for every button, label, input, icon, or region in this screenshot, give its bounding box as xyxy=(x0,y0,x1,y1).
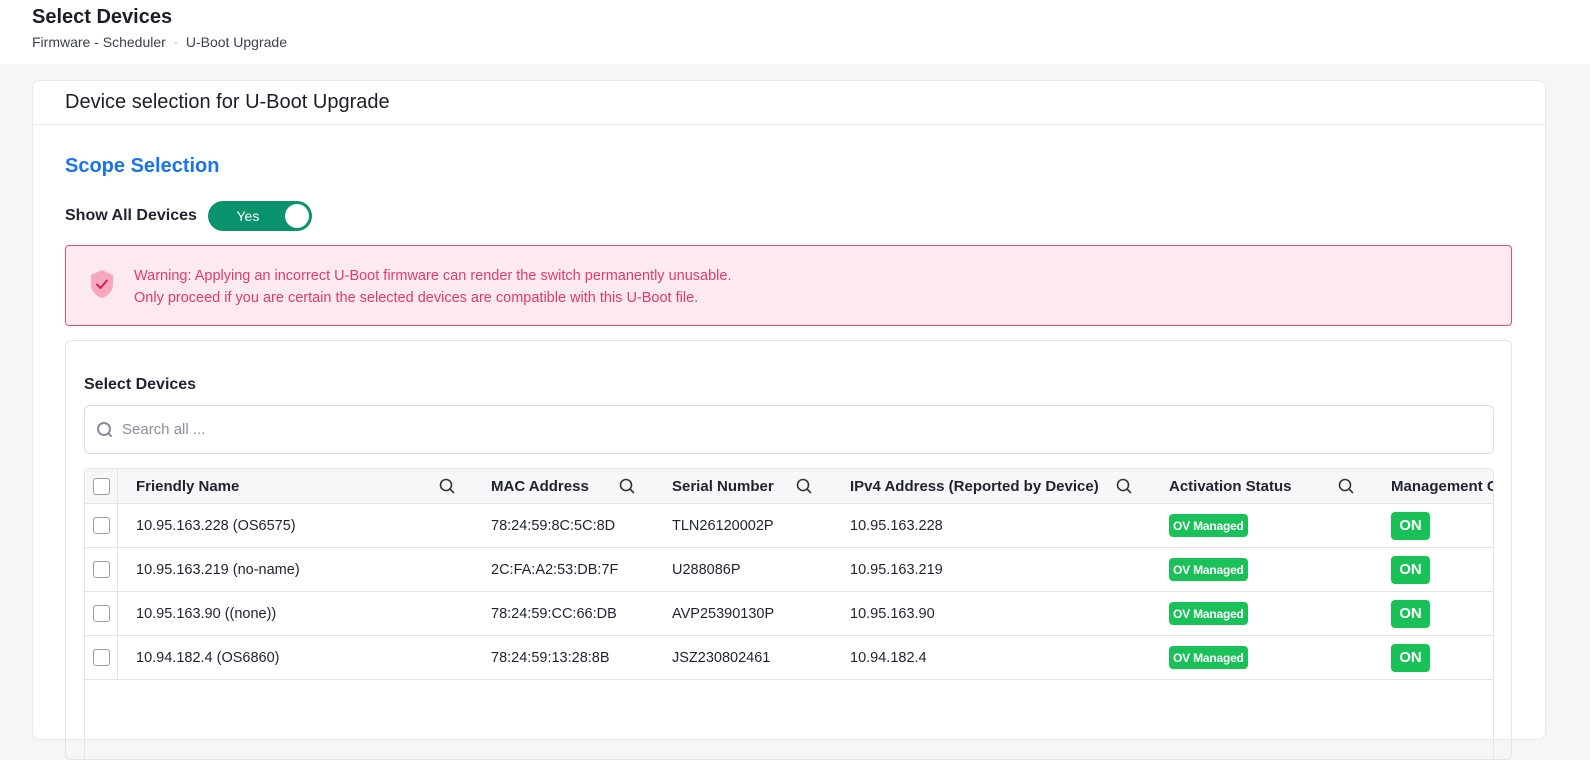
activation-status-badge: OV Managed xyxy=(1169,514,1248,537)
cell-mac-address: 2C:FA:A2:53:DB:7F xyxy=(491,561,619,578)
cell-serial-number: U288086P xyxy=(672,561,741,578)
search-icon[interactable] xyxy=(1338,469,1354,503)
cell-serial-number: TLN26120002P xyxy=(672,517,774,534)
show-all-devices-label: Show All Devices xyxy=(65,207,197,224)
toggle-knob xyxy=(284,204,309,228)
table-row[interactable]: 10.95.163.90 ((none)) 78:24:59:CC:66:DB … xyxy=(85,592,1493,636)
select-devices-panel: Select Devices Friendly Name MAC A xyxy=(65,340,1512,760)
column-header-activation-status[interactable]: Activation Status xyxy=(1169,469,1292,503)
cell-mac-address: 78:24:59:CC:66:DB xyxy=(491,605,617,622)
breadcrumb-item-scheduler[interactable]: Firmware - Scheduler xyxy=(32,34,166,50)
show-all-devices-row: Show All Devices Yes xyxy=(65,201,312,231)
toggle-value-text: Yes xyxy=(236,208,260,224)
warning-line-1: Warning: Applying an incorrect U-Boot fi… xyxy=(134,268,732,284)
select-all-cell xyxy=(85,469,118,503)
devices-table: Friendly Name MAC Address Serial Number … xyxy=(84,468,1494,759)
management-status-badge: ON xyxy=(1391,555,1430,584)
column-header-friendly-name[interactable]: Friendly Name xyxy=(136,469,239,503)
cell-friendly-name: 10.95.163.90 ((none)) xyxy=(136,605,277,622)
search-all-box xyxy=(84,405,1494,454)
activation-status-badge: OV Managed xyxy=(1169,602,1248,625)
breadcrumb-item-uboot: U-Boot Upgrade xyxy=(185,34,287,50)
search-icon xyxy=(96,421,114,439)
column-header-ipv4-address[interactable]: IPv4 Address (Reported by Device) xyxy=(850,469,1099,503)
cell-management: ON xyxy=(1391,592,1430,635)
table-row[interactable]: 10.95.163.219 (no-name) 2C:FA:A2:53:DB:7… xyxy=(85,548,1493,592)
column-header-management[interactable]: Management C xyxy=(1391,469,1493,503)
cell-ipv4-address: 10.95.163.90 xyxy=(850,605,935,622)
search-icon[interactable] xyxy=(439,469,455,503)
search-all-input[interactable] xyxy=(122,421,1422,438)
row-checkbox[interactable] xyxy=(92,517,110,534)
row-checkbox[interactable] xyxy=(92,649,110,666)
breadcrumb-separator: - xyxy=(173,35,178,49)
row-checkbox-cell xyxy=(85,548,118,591)
table-row[interactable]: 10.95.163.228 (OS6575) 78:24:59:8C:5C:8D… xyxy=(85,504,1493,548)
cell-ipv4-address: 10.95.163.219 xyxy=(850,561,943,578)
search-icon[interactable] xyxy=(1116,469,1132,503)
show-all-devices-toggle[interactable]: Yes xyxy=(207,201,312,231)
cell-activation-status: OV Managed xyxy=(1169,636,1248,679)
cell-activation-status: OV Managed xyxy=(1169,504,1248,547)
row-checkbox-cell xyxy=(85,592,118,635)
management-status-badge: ON xyxy=(1391,643,1430,672)
column-header-serial-number[interactable]: Serial Number xyxy=(672,469,774,503)
cell-management: ON xyxy=(1391,548,1430,591)
table-header-row: Friendly Name MAC Address Serial Number … xyxy=(85,469,1493,504)
warning-banner: Warning: Applying an incorrect U-Boot fi… xyxy=(65,245,1512,326)
activation-status-badge: OV Managed xyxy=(1169,558,1248,581)
breadcrumb: Firmware - Scheduler - U-Boot Upgrade xyxy=(32,34,287,50)
shield-check-icon xyxy=(88,268,116,305)
cell-management: ON xyxy=(1391,504,1430,547)
card-title: Device selection for U-Boot Upgrade xyxy=(33,81,1545,125)
row-checkbox[interactable] xyxy=(92,561,110,578)
activation-status-badge: OV Managed xyxy=(1169,646,1248,669)
select-all-checkbox[interactable] xyxy=(92,477,110,495)
page-header: Select Devices Firmware - Scheduler - U-… xyxy=(0,0,1590,64)
cell-management: ON xyxy=(1391,636,1430,679)
cell-serial-number: AVP25390130P xyxy=(672,605,775,622)
cell-friendly-name: 10.95.163.219 (no-name) xyxy=(136,561,300,578)
cell-mac-address: 78:24:59:13:28:8B xyxy=(491,649,610,666)
management-status-badge: ON xyxy=(1391,511,1430,540)
cell-activation-status: OV Managed xyxy=(1169,592,1248,635)
table-row[interactable]: 10.94.182.4 (OS6860) 78:24:59:13:28:8B J… xyxy=(85,636,1493,680)
row-checkbox-cell xyxy=(85,504,118,547)
scope-selection-title: Scope Selection xyxy=(65,155,220,177)
select-devices-title: Select Devices xyxy=(84,376,197,393)
cell-mac-address: 78:24:59:8C:5C:8D xyxy=(491,517,616,534)
search-icon[interactable] xyxy=(619,469,635,503)
column-header-mac-address[interactable]: MAC Address xyxy=(491,469,589,503)
management-status-badge: ON xyxy=(1391,599,1430,628)
row-checkbox[interactable] xyxy=(92,605,110,622)
cell-ipv4-address: 10.95.163.228 xyxy=(850,517,943,534)
device-selection-card: Device selection for U-Boot Upgrade Scop… xyxy=(32,80,1546,760)
cell-serial-number: JSZ230802461 xyxy=(672,649,771,666)
warning-line-2: Only proceed if you are certain the sele… xyxy=(134,290,699,306)
row-checkbox-cell xyxy=(85,636,118,679)
search-icon[interactable] xyxy=(796,469,812,503)
cell-friendly-name: 10.95.163.228 (OS6575) xyxy=(136,517,296,534)
page-title: Select Devices xyxy=(32,6,173,28)
warning-text: Warning: Applying an incorrect U-Boot fi… xyxy=(134,265,731,309)
cell-ipv4-address: 10.94.182.4 xyxy=(850,649,927,666)
cell-activation-status: OV Managed xyxy=(1169,548,1248,591)
cell-friendly-name: 10.94.182.4 (OS6860) xyxy=(136,649,280,666)
